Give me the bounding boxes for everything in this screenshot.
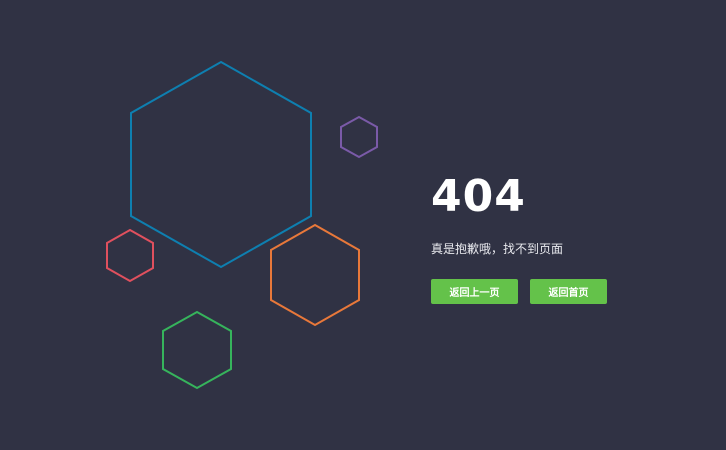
error-actions: 返回上一页 返回首页	[431, 279, 691, 304]
home-button[interactable]: 返回首页	[530, 279, 607, 304]
error-content: 404 真是抱歉哦，找不到页面 返回上一页 返回首页	[431, 172, 691, 304]
error-code: 404	[431, 171, 526, 222]
small-purple-hexagon	[340, 115, 378, 159]
small-red-hexagon	[106, 228, 154, 283]
green-hexagon	[162, 310, 232, 390]
large-blue-hexagon	[130, 60, 312, 269]
error-message: 真是抱歉哦，找不到页面	[431, 242, 564, 256]
error-page: 404 真是抱歉哦，找不到页面 返回上一页 返回首页	[0, 0, 726, 450]
orange-hexagon	[270, 223, 360, 327]
back-button[interactable]: 返回上一页	[431, 279, 518, 304]
